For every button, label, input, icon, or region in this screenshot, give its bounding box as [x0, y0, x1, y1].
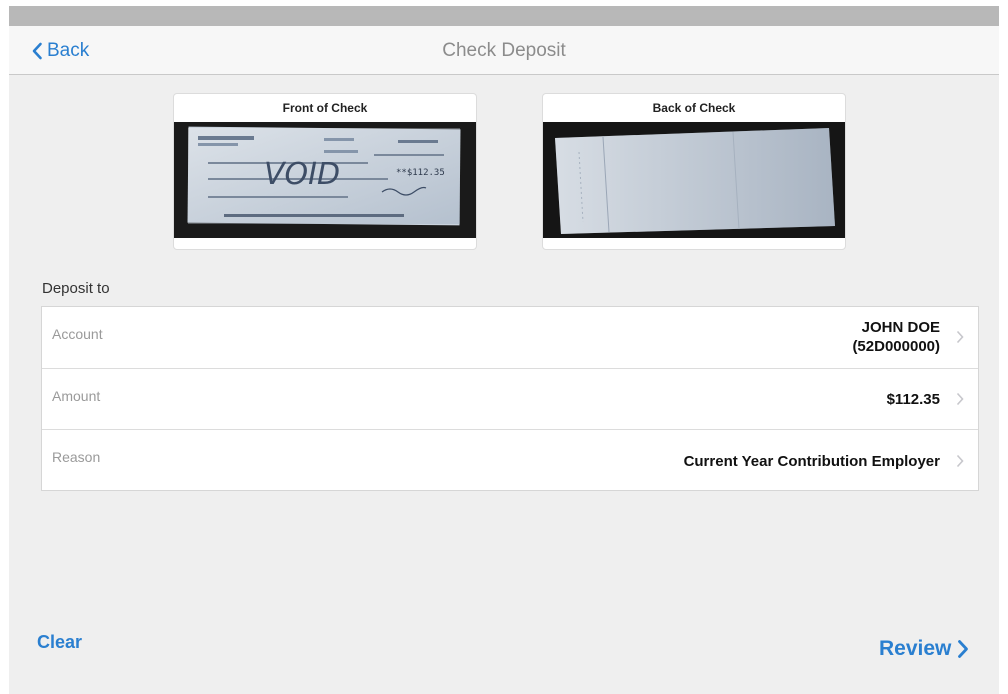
app-screen: Back Check Deposit Front of Check VOID *…: [9, 6, 999, 694]
account-number: (52D000000): [852, 338, 940, 356]
review-button[interactable]: Review: [879, 637, 969, 661]
account-row[interactable]: Account JOHN DOE (52D000000): [42, 307, 978, 369]
review-label: Review: [879, 637, 952, 660]
deposit-to-header: Deposit to: [42, 280, 110, 297]
chevron-right-icon: [958, 640, 969, 658]
page-title: Check Deposit: [442, 40, 566, 61]
amount-value: $112.35: [886, 390, 940, 408]
account-value: JOHN DOE (52D000000): [852, 307, 940, 368]
deposit-details-table: Account JOHN DOE (52D000000) Amount $112…: [41, 306, 979, 491]
amount-label: Amount: [52, 387, 101, 404]
account-label: Account: [52, 326, 103, 342]
back-check-image: [543, 122, 845, 238]
front-of-check-card[interactable]: Front of Check VOID **$112.35: [173, 93, 477, 250]
reason-label: Reason: [52, 449, 101, 466]
void-mark: VOID: [264, 157, 340, 192]
chevron-right-icon: [956, 392, 964, 406]
back-of-check-label: Back of Check: [652, 101, 736, 115]
account-name: JOHN DOE: [861, 319, 940, 337]
amount-row[interactable]: Amount $112.35: [42, 369, 978, 431]
status-bar: [9, 6, 999, 26]
front-of-check-label: Front of Check: [282, 101, 368, 115]
reason-value: Current Year Contribution Employer: [683, 452, 940, 470]
navigation-bar: Back Check Deposit: [9, 26, 999, 75]
front-check-image: VOID **$112.35: [174, 122, 476, 238]
back-of-check-card[interactable]: Back of Check: [542, 93, 846, 250]
reason-row[interactable]: Reason Current Year Contribution Employe…: [42, 430, 978, 492]
chevron-right-icon: [956, 331, 964, 344]
chevron-right-icon: [956, 455, 964, 468]
clear-button[interactable]: Clear: [37, 632, 82, 653]
check-amount-box: **$112.35: [396, 168, 445, 178]
